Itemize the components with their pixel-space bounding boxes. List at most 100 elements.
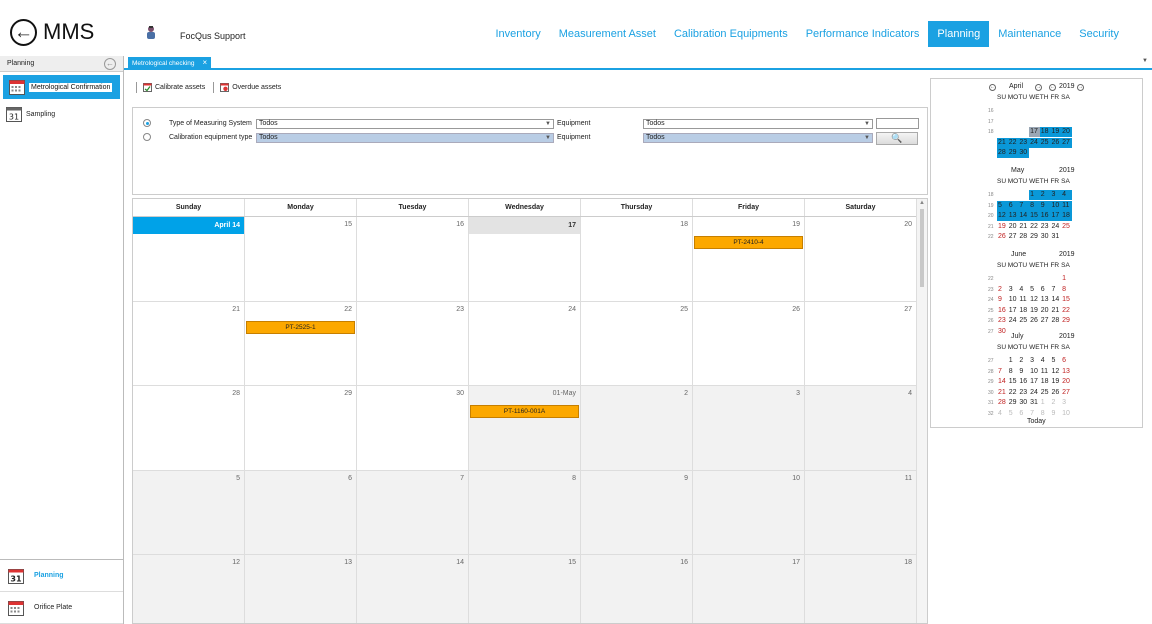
mini-day[interactable]: 9 (997, 295, 1008, 305)
mini-day[interactable]: 28 (997, 398, 1008, 408)
mini-day[interactable]: 20 (1061, 127, 1072, 137)
mini-day[interactable]: 16 (1018, 377, 1029, 387)
mini-day[interactable]: 11 (1061, 200, 1072, 211)
mini-day[interactable]: 2 (1050, 398, 1061, 408)
mini-day[interactable]: 20 (1008, 222, 1019, 232)
calendar-day-cell[interactable]: 28 (133, 386, 245, 470)
mini-day[interactable]: 1 (1008, 356, 1019, 366)
mini-day[interactable]: 8 (1061, 285, 1072, 295)
mini-day[interactable]: 22 (1061, 306, 1072, 316)
mini-day[interactable]: 25 (1061, 222, 1072, 232)
mini-day[interactable]: 1 (1029, 190, 1040, 200)
mini-day[interactable]: 23 (1018, 137, 1030, 148)
mini-day[interactable]: 13 (1061, 367, 1072, 377)
mini-day[interactable]: 27 (1008, 232, 1019, 242)
mini-day[interactable]: 27 (1040, 316, 1051, 326)
mini-day[interactable]: 24 (1029, 137, 1040, 148)
mini-day[interactable]: 19 (997, 222, 1008, 232)
mini-day[interactable]: 5 (1050, 356, 1061, 366)
mini-day[interactable]: 13 (1040, 295, 1051, 305)
calendar-day-cell[interactable]: 20 (805, 217, 917, 301)
mini-day[interactable]: 10 (1029, 367, 1040, 377)
calendar-day-cell[interactable]: 5 (133, 470, 245, 554)
mini-day[interactable]: 16 (997, 306, 1008, 316)
scroll-up-icon[interactable]: ▲ (919, 200, 925, 206)
mini-day[interactable]: 17 (1029, 127, 1040, 137)
collapse-panel-icon[interactable]: ← (104, 58, 116, 70)
mini-day[interactable]: 21 (1050, 306, 1061, 316)
mini-day[interactable]: 3 (1029, 356, 1040, 366)
mini-day[interactable]: 17 (1050, 211, 1062, 221)
mini-day[interactable]: 8 (1040, 409, 1051, 419)
calendar-day-cell[interactable]: 8 (469, 470, 581, 554)
tab-metrological-checking[interactable]: Metrological checking × (128, 57, 212, 69)
mini-day[interactable]: 9 (1050, 409, 1061, 419)
calendar-day-cell[interactable]: 30 (357, 386, 469, 470)
calibration-equipment-type-select[interactable]: Todos ▼ (256, 133, 554, 143)
calendar-day-cell[interactable]: 24 (469, 301, 581, 385)
mini-day[interactable]: 29 (1007, 148, 1019, 158)
mini-day[interactable]: 30 (1018, 148, 1030, 158)
mini-day[interactable]: 10 (1061, 409, 1072, 419)
calendar-day-cell[interactable]: 22 PT-2525-1 (245, 301, 357, 385)
mini-day[interactable]: 20 (1040, 306, 1051, 316)
mini-day[interactable]: 3 (1050, 190, 1062, 200)
mini-day[interactable]: 16 (1039, 211, 1051, 221)
nav-performance-indicators[interactable]: Performance Indicators (797, 21, 929, 47)
nav-calibration-equipments[interactable]: Calibration Equipments (665, 21, 797, 47)
mini-day[interactable]: 18 (1040, 377, 1051, 387)
equipment-text-field[interactable] (876, 118, 919, 129)
module-orifice-plate[interactable]: Orifice Plate (0, 592, 123, 624)
mini-day[interactable]: 19 (1050, 127, 1062, 137)
calendar-day-cell[interactable]: 2 (581, 386, 693, 470)
mini-day[interactable]: 21 (1018, 222, 1029, 232)
mini-day[interactable]: 18 (1061, 211, 1072, 221)
calendar-day-cell[interactable]: 13 (245, 555, 357, 623)
mini-day[interactable]: 2 (1018, 356, 1029, 366)
mini-day[interactable]: 29 (1008, 398, 1019, 408)
mini-day[interactable]: 2 (997, 285, 1008, 295)
mini-day[interactable]: 4 (1061, 190, 1072, 200)
mini-day[interactable]: 24 (1008, 316, 1019, 326)
mini-day[interactable]: 4 (1040, 356, 1051, 366)
mini-day[interactable]: 18 (1039, 127, 1051, 137)
calendar-scrollbar[interactable]: ▲ (916, 199, 927, 623)
mini-day[interactable]: 12 (1050, 367, 1061, 377)
mini-day[interactable]: 2 (1039, 190, 1051, 200)
calendar-day-cell[interactable]: 23 (357, 301, 469, 385)
mini-day[interactable]: 24 (1050, 222, 1061, 232)
mini-day[interactable]: 10 (1050, 200, 1062, 211)
calendar-day-cell[interactable]: 19 PT-2410-4 (693, 217, 805, 301)
mini-day[interactable]: 8 (1008, 367, 1019, 377)
calendar-day-cell[interactable]: 6 (245, 470, 357, 554)
calendar-day-cell[interactable]: April 14 (133, 217, 245, 301)
mini-day[interactable]: 28 (1018, 232, 1029, 242)
mini-day[interactable]: 6 (1007, 200, 1019, 211)
next-month-icon[interactable]: → (1035, 84, 1042, 91)
mini-day[interactable]: 7 (997, 367, 1008, 377)
mini-day[interactable]: 30 (1040, 232, 1051, 242)
scrollbar-thumb[interactable] (920, 209, 924, 287)
close-tab-icon[interactable]: × (203, 58, 208, 67)
calendar-day-cell[interactable]: 29 (245, 386, 357, 470)
calendar-appointment[interactable]: PT-2525-1 (246, 320, 355, 334)
mini-day[interactable]: 7 (1050, 285, 1061, 295)
nav-planning[interactable]: Planning (928, 21, 990, 47)
calendar-day-cell[interactable]: 18 (581, 217, 693, 301)
back-arrow-icon[interactable]: ← (10, 19, 37, 46)
mini-day[interactable]: 26 (1029, 316, 1040, 326)
calendar-day-cell[interactable]: 18 (805, 555, 917, 623)
mini-day[interactable]: 22 (1007, 137, 1019, 148)
type-measuring-system-radio[interactable] (143, 119, 151, 127)
equipment-select-2[interactable]: Todos ▼ (643, 133, 873, 143)
mini-day[interactable]: 4 (1018, 285, 1029, 295)
mini-day[interactable]: 31 (1050, 232, 1061, 242)
mini-day[interactable]: 7 (1029, 409, 1040, 419)
mini-day[interactable]: 28 (1050, 316, 1061, 326)
tab-dropdown-icon[interactable]: ▼ (1142, 58, 1148, 64)
mini-day[interactable]: 29 (1061, 316, 1072, 326)
mini-day[interactable]: 18 (1018, 306, 1029, 316)
mini-day[interactable]: 12 (1029, 295, 1040, 305)
mini-day[interactable]: 11 (1018, 295, 1029, 305)
mini-day[interactable]: 25 (1040, 388, 1051, 398)
